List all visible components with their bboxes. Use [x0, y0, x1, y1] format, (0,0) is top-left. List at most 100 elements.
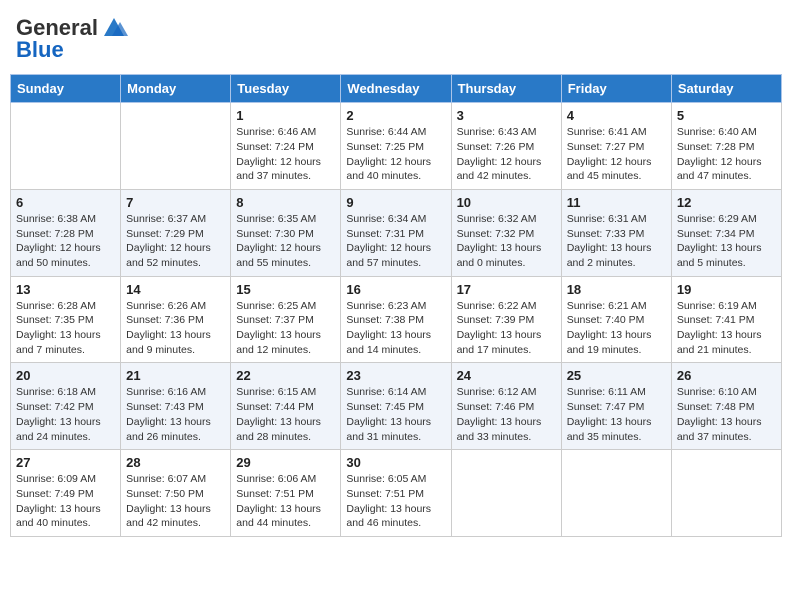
day-number: 13 [16, 282, 115, 297]
day-detail: Sunrise: 6:28 AMSunset: 7:35 PMDaylight:… [16, 299, 115, 358]
calendar-cell: 6Sunrise: 6:38 AMSunset: 7:28 PMDaylight… [11, 189, 121, 276]
day-number: 5 [677, 108, 776, 123]
sunrise-text: Sunrise: 6:28 AM [16, 299, 115, 314]
calendar-cell: 19 Sunrise: 6:19 AMSunset: 7:41 PMDayligh… [671, 276, 781, 363]
calendar-cell: 17Sunrise: 6:22 AMSunset: 7:39 PMDayligh… [451, 276, 561, 363]
daylight-text: Daylight: 13 hours and 46 minutes. [346, 502, 445, 531]
sunset-text: Sunset: 7:31 PM [346, 227, 445, 242]
daylight-text: Daylight: 12 hours and 45 minutes. [567, 155, 666, 184]
sunset-text: Sunset: 7:29 PM [126, 227, 225, 242]
day-detail: Sunrise: 6:14 AMSunset: 7:45 PMDaylight:… [346, 385, 445, 444]
sunset-text: Sunset: 7:39 PM [457, 313, 556, 328]
sunrise-text: Sunrise: 6:22 AM [457, 299, 556, 314]
sunrise-text: Sunrise: 6:16 AM [126, 385, 225, 400]
calendar-cell [121, 103, 231, 190]
calendar-cell: 3Sunrise: 6:43 AMSunset: 7:26 PMDaylight… [451, 103, 561, 190]
day-detail: Sunrise: 6:07 AMSunset: 7:50 PMDaylight:… [126, 472, 225, 531]
sunset-text: Sunset: 7:25 PM [346, 140, 445, 155]
sunset-text: Sunset: 7:50 PM [126, 487, 225, 502]
day-detail: Sunrise: 6:41 AMSunset: 7:27 PMDaylight:… [567, 125, 666, 184]
daylight-text: Daylight: 12 hours and 57 minutes. [346, 241, 445, 270]
sunset-text: Sunset: 7:40 PM [567, 313, 666, 328]
day-number: 6 [16, 195, 115, 210]
day-detail: Sunrise: 6:06 AMSunset: 7:51 PMDaylight:… [236, 472, 335, 531]
day-number: 27 [16, 455, 115, 470]
sunrise-text: Sunrise: 6:23 AM [346, 299, 445, 314]
daylight-text: Daylight: 13 hours and 44 minutes. [236, 502, 335, 531]
daylight-text: Daylight: 12 hours and 55 minutes. [236, 241, 335, 270]
logo-blue: Blue [16, 37, 64, 62]
week-row-2: 6 Sunrise: 6:38 AMSunset: 7:28 PM Daylight… [11, 189, 782, 276]
day-number: 12 [677, 195, 776, 210]
daylight-text: Daylight: 13 hours and 19 minutes. [567, 328, 666, 357]
day-number: 30 [346, 455, 445, 470]
calendar-cell [451, 450, 561, 537]
calendar-cell: 28Sunrise: 6:07 AMSunset: 7:50 PMDayligh… [121, 450, 231, 537]
sunrise-text: Sunrise: 6:31 AM [567, 212, 666, 227]
sunrise-text: Sunrise: 6:32 AM [457, 212, 556, 227]
sunset-text: Sunset: 7:43 PM [126, 400, 225, 415]
daylight-text: Daylight: 12 hours and 52 minutes. [126, 241, 225, 270]
day-detail: Sunrise: 6:10 AMSunset: 7:48 PMDaylight:… [677, 385, 776, 444]
day-detail: Sunrise: 6:29 AMSunset: 7:34 PMDaylight:… [677, 212, 776, 271]
sunrise-text: Sunrise: 6:05 AM [346, 472, 445, 487]
day-detail: Sunrise: 6:37 AMSunset: 7:29 PMDaylight:… [126, 212, 225, 271]
calendar-cell: 25 Sunrise: 6:11 AMSunset: 7:47 PMDayligh… [561, 363, 671, 450]
day-number: 23 [346, 368, 445, 383]
daylight-text: Daylight: 13 hours and 24 minutes. [16, 415, 115, 444]
day-number: 4 [567, 108, 666, 123]
sunset-text: Sunset: 7:34 PM [677, 227, 776, 242]
sunset-text: Sunset: 7:47 PM [567, 400, 666, 415]
weekday-header-thursday: Thursday [451, 75, 561, 103]
sunrise-text: Sunrise: 6:10 AM [677, 385, 776, 400]
sunrise-text: Sunrise: 6:38 AM [16, 212, 115, 227]
day-detail: Sunrise: 6:31 AMSunset: 7:33 PMDaylight:… [567, 212, 666, 271]
calendar-cell [561, 450, 671, 537]
day-number: 7 [126, 195, 225, 210]
calendar-cell: 30Sunrise: 6:05 AMSunset: 7:51 PMDayligh… [341, 450, 451, 537]
week-row-5: 27Sunrise: 6:09 AMSunset: 7:49 PMDayligh… [11, 450, 782, 537]
daylight-text: Daylight: 13 hours and 42 minutes. [126, 502, 225, 531]
calendar-cell: 11Sunrise: 6:31 AMSunset: 7:33 PMDayligh… [561, 189, 671, 276]
day-number: 15 [236, 282, 335, 297]
day-detail: Sunrise: 6:43 AMSunset: 7:26 PMDaylight:… [457, 125, 556, 184]
calendar-cell: 1Sunrise: 6:46 AMSunset: 7:24 PMDaylight… [231, 103, 341, 190]
sunrise-text: Sunrise: 6:43 AM [457, 125, 556, 140]
sunset-text: Sunset: 7:27 PM [567, 140, 666, 155]
day-number: 8 [236, 195, 335, 210]
sunrise-text: Sunrise: 6:12 AM [457, 385, 556, 400]
calendar-cell: 24Sunrise: 6:12 AMSunset: 7:46 PMDayligh… [451, 363, 561, 450]
sunset-text: Sunset: 7:38 PM [346, 313, 445, 328]
calendar-header-row: SundayMondayTuesdayWednesdayThursdayFrid… [11, 75, 782, 103]
calendar-cell: 8Sunrise: 6:35 AMSunset: 7:30 PMDaylight… [231, 189, 341, 276]
sunset-text: Sunset: 7:28 PM [16, 227, 115, 242]
day-number: 1 [236, 108, 335, 123]
daylight-text: Daylight: 13 hours and 7 minutes. [16, 328, 115, 357]
day-number: 14 [126, 282, 225, 297]
sunrise-text: Sunrise: 6:34 AM [346, 212, 445, 227]
week-row-1: 1Sunrise: 6:46 AMSunset: 7:24 PMDaylight… [11, 103, 782, 190]
day-detail: Sunrise: 6:23 AMSunset: 7:38 PMDaylight:… [346, 299, 445, 358]
daylight-text: Daylight: 12 hours and 37 minutes. [236, 155, 335, 184]
weekday-header-sunday: Sunday [11, 75, 121, 103]
day-detail: Sunrise: 6:18 AMSunset: 7:42 PMDaylight:… [16, 385, 115, 444]
calendar-table: SundayMondayTuesdayWednesdayThursdayFrid… [10, 74, 782, 537]
day-number: 29 [236, 455, 335, 470]
day-detail: Sunrise: 6:19 AMSunset: 7:41 PMDaylight:… [677, 299, 776, 358]
day-detail: Sunrise: 6:11 AMSunset: 7:47 PMDaylight:… [567, 385, 666, 444]
daylight-text: Daylight: 13 hours and 40 minutes. [16, 502, 115, 531]
daylight-text: Daylight: 13 hours and 5 minutes. [677, 241, 776, 270]
day-number: 16 [346, 282, 445, 297]
calendar-cell: 15Sunrise: 6:25 AMSunset: 7:37 PMDayligh… [231, 276, 341, 363]
calendar-cell: 27Sunrise: 6:09 AMSunset: 7:49 PMDayligh… [11, 450, 121, 537]
sunset-text: Sunset: 7:36 PM [126, 313, 225, 328]
daylight-text: Daylight: 13 hours and 33 minutes. [457, 415, 556, 444]
calendar-cell [11, 103, 121, 190]
day-number: 19 [677, 282, 776, 297]
sunrise-text: Sunrise: 6:19 AM [677, 299, 776, 314]
sunset-text: Sunset: 7:37 PM [236, 313, 335, 328]
daylight-text: Daylight: 13 hours and 28 minutes. [236, 415, 335, 444]
sunset-text: Sunset: 7:51 PM [236, 487, 335, 502]
day-number: 25 [567, 368, 666, 383]
weekday-header-monday: Monday [121, 75, 231, 103]
